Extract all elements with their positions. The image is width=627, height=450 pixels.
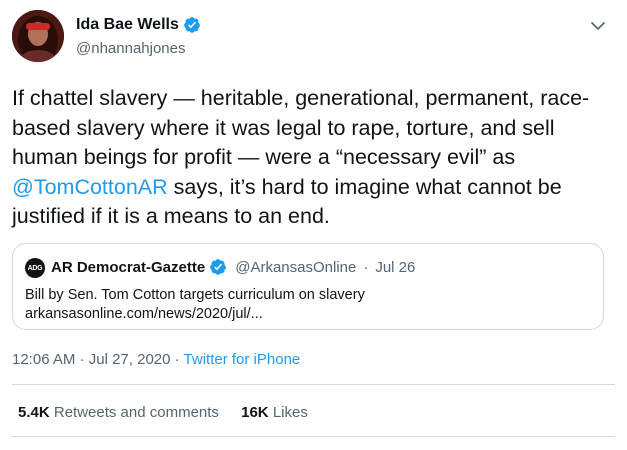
tweet-date[interactable]: Jul 27, 2020 — [89, 351, 171, 368]
divider — [12, 436, 615, 437]
quoted-author-name: AR Democrat-Gazette — [51, 258, 206, 276]
tweet-text: If chattel slavery — heritable, generati… — [12, 84, 612, 232]
likes-stat[interactable]: 16K Likes — [241, 404, 308, 421]
quoted-text-line1: Bill by Sen. Tom Cotton targets curricul… — [25, 287, 365, 303]
tweet-text-part1: If chattel slavery — heritable, generati… — [12, 86, 590, 169]
quoted-avatar-logo: ADG — [25, 258, 45, 278]
tweet-source-link[interactable]: Twitter for iPhone — [184, 351, 301, 368]
quoted-text: Bill by Sen. Tom Cotton targets curricul… — [25, 286, 365, 324]
chevron-down-icon[interactable] — [588, 16, 608, 36]
mention-link[interactable]: @TomCottonAR — [12, 175, 168, 199]
verified-badge-icon — [209, 258, 227, 276]
quoted-link-text: arkansasonline.com/news/2020/jul/... — [25, 306, 263, 322]
quoted-header: AR Democrat-Gazette @ArkansasOnline · Ju… — [51, 258, 415, 276]
quoted-author-handle: @ArkansasOnline — [235, 258, 357, 276]
meta-separator: · — [174, 351, 180, 368]
author-name[interactable]: Ida Bae Wells — [76, 16, 201, 34]
avatar[interactable] — [12, 10, 64, 62]
quoted-date: Jul 26 — [375, 258, 416, 276]
likes-label: Likes — [272, 404, 308, 421]
author-name-text[interactable]: Ida Bae Wells — [76, 16, 179, 34]
avatar-image — [12, 10, 64, 62]
likes-count: 16K — [241, 404, 269, 421]
divider — [12, 384, 615, 385]
tweet-meta: 12:06 AM · Jul 27, 2020 · Twitter for iP… — [12, 351, 300, 368]
verified-badge-icon — [183, 16, 201, 34]
tweet-time[interactable]: 12:06 AM — [12, 351, 75, 368]
quoted-tweet[interactable]: ADG AR Democrat-Gazette @ArkansasOnline … — [12, 243, 604, 330]
quoted-separator: · — [363, 258, 369, 276]
meta-separator: · — [79, 351, 85, 368]
author-handle[interactable]: @nhannahjones — [76, 40, 185, 57]
retweets-label: Retweets and comments — [53, 404, 219, 421]
tweet-stats: 5.4K Retweets and comments 16K Likes — [18, 404, 308, 421]
retweets-stat[interactable]: 5.4K Retweets and comments — [18, 404, 219, 421]
tweet-card: Ida Bae Wells @nhannahjones If chattel s… — [0, 0, 627, 450]
retweets-count: 5.4K — [18, 404, 50, 421]
